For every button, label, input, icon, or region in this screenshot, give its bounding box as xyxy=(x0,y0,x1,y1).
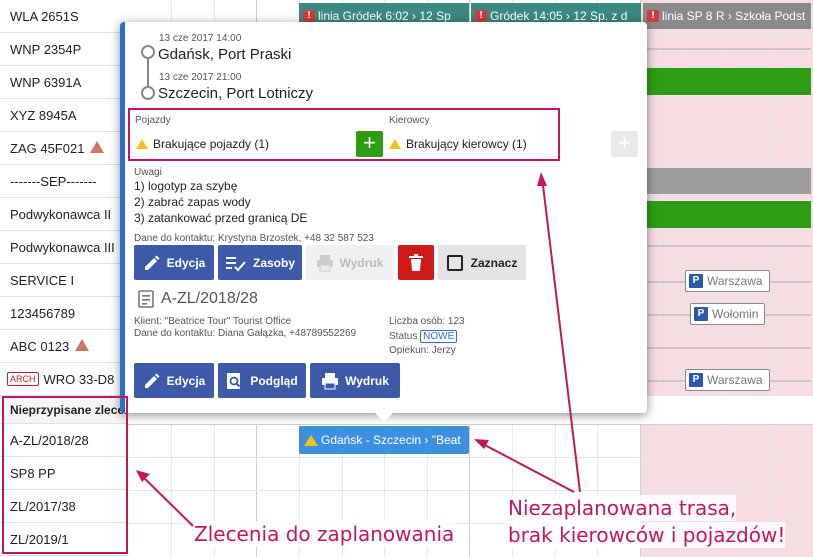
vehicle-row[interactable]: ZAG 45F021 xyxy=(0,132,128,165)
vehicle-label: Podwykonawca II xyxy=(10,206,112,222)
order-guardian: Opiekun: Jerzy xyxy=(389,345,456,356)
checklist-icon xyxy=(225,256,246,271)
resources-button[interactable]: Zasoby xyxy=(218,245,302,280)
vehicle-row[interactable]: Podwykonawca II xyxy=(0,198,128,231)
vehicle-row[interactable]: WNP 6391A xyxy=(0,66,128,99)
order-contact: Dane do kontaktu: Diana Gałązka, +487895… xyxy=(134,328,357,339)
parking-icon: P xyxy=(694,307,708,321)
document-icon xyxy=(138,290,154,308)
vehicle-label: WNP 6391A xyxy=(10,74,82,90)
orders-highlight xyxy=(2,396,128,554)
route-bar[interactable]: ! linia SP 8 R › Szkoła Podst xyxy=(643,3,811,29)
timeline-connector xyxy=(643,245,811,247)
stop-name: Szczecin, Port Lotniczy xyxy=(158,85,314,102)
grid-line xyxy=(128,457,813,458)
order-persons: Liczba osób: 123 xyxy=(389,316,465,327)
vehicle-row[interactable]: SERVICE I xyxy=(0,264,128,297)
vehicle-row[interactable]: ABC 0123 xyxy=(0,330,128,363)
archive-badge: ARCH xyxy=(7,372,39,386)
timeline-connector xyxy=(643,347,811,349)
route-annotation-line1: Niezaplanowana trasa, xyxy=(508,495,737,521)
print-order-button[interactable]: Wydruk xyxy=(310,363,400,398)
warning-icon xyxy=(75,339,90,351)
vehicle-row[interactable]: -------SEP------- xyxy=(0,165,128,198)
alert-icon: ! xyxy=(647,10,659,22)
place-marker[interactable]: P Wołomin xyxy=(690,303,766,325)
vehicle-row[interactable]: 123456789 xyxy=(0,297,128,330)
stop-dot-icon xyxy=(141,45,155,59)
note-line: 2) zabrać zapas wody xyxy=(134,195,251,209)
place-marker[interactable]: P Warszawa xyxy=(685,369,770,391)
preview-order-button[interactable]: Podgląd xyxy=(218,363,306,398)
alert-icon: ! xyxy=(303,10,315,22)
printer-icon xyxy=(322,372,339,389)
route-details-popup: 13 cze 2017 14:00 Gdańsk, Port Praski 13… xyxy=(120,22,647,422)
trash-icon xyxy=(409,253,423,271)
popup-pointer xyxy=(375,413,393,422)
route-contact: Dane do kontaktu: Krystyna Brzostek, +48… xyxy=(134,233,374,244)
vehicle-label: ABC 0123 xyxy=(10,338,70,354)
notes-label: Uwagi xyxy=(134,167,162,178)
stop-connector xyxy=(147,59,149,87)
edit-order-button[interactable]: Edycja xyxy=(134,363,214,398)
vehicle-row[interactable]: XYZ 8945A xyxy=(0,99,128,132)
note-line: 1) logotyp za szybę xyxy=(134,179,238,193)
order-number[interactable]: A-ZL/2018/28 xyxy=(161,290,258,308)
delete-button[interactable] xyxy=(398,245,434,280)
stop-name: Gdańsk, Port Praski xyxy=(158,46,292,63)
pencil-icon xyxy=(144,373,160,388)
note-line: 3) zatankować przed granicą DE xyxy=(134,211,308,225)
warning-icon xyxy=(90,141,105,153)
stop-date: 13 cze 2017 21:00 xyxy=(159,72,242,83)
route-bar-green[interactable] xyxy=(643,201,811,228)
vehicle-label: WLA 2651S xyxy=(10,8,79,24)
vehicle-label: WNP 2354P xyxy=(10,41,82,57)
parking-icon: P xyxy=(689,274,703,288)
stop-date: 13 cze 2017 14:00 xyxy=(159,33,242,44)
vehicle-label: XYZ 8945A xyxy=(10,107,77,123)
checkbox-icon xyxy=(446,254,463,271)
vehicle-row[interactable]: ARCH WRO 33-D8 xyxy=(0,363,128,396)
vehicle-row[interactable]: WLA 2651S xyxy=(0,0,128,33)
pencil-icon xyxy=(144,255,160,270)
stop-dot-icon xyxy=(141,86,155,100)
order-client: Klient: "Beatrice Tour" Tourist Office xyxy=(134,316,292,327)
timeline-connector xyxy=(643,48,811,50)
alert-icon: ! xyxy=(475,10,487,22)
order-status: Status NOWE xyxy=(389,330,458,343)
route-annotation-line2: brak kierowców i pojazdów! xyxy=(508,522,786,548)
vehicle-label: -------SEP------- xyxy=(10,173,97,189)
print-route-button[interactable]: Wydruk xyxy=(306,245,393,280)
parking-icon: P xyxy=(689,373,703,387)
route-bar-green[interactable] xyxy=(643,68,811,95)
resources-highlight xyxy=(128,108,560,161)
vehicle-row[interactable]: Podwykonawca III xyxy=(0,231,128,264)
warning-icon xyxy=(304,434,318,446)
route-bar-grey[interactable] xyxy=(643,168,811,194)
add-driver-button[interactable]: + xyxy=(611,131,638,157)
place-marker[interactable]: P Warszawa xyxy=(685,270,770,292)
vehicle-row[interactable]: WNP 2354P xyxy=(0,33,128,66)
select-button[interactable]: Zaznacz xyxy=(438,245,526,280)
vehicle-label: ZAG 45F021 xyxy=(10,140,85,156)
grid-line xyxy=(128,424,813,425)
document-search-icon xyxy=(227,372,241,389)
orders-annotation: Zlecenia do zaplanowania xyxy=(194,521,455,547)
status-badge: NOWE xyxy=(420,330,458,343)
printer-icon xyxy=(316,254,333,271)
vehicle-label: Podwykonawca III xyxy=(10,239,115,255)
vehicle-label: 123456789 xyxy=(10,305,76,321)
vehicle-label: WRO 33-D8 xyxy=(43,371,115,387)
unplanned-route-pill[interactable]: Gdańsk - Szczecin › "Beat xyxy=(299,426,469,454)
vehicle-label: SERVICE I xyxy=(10,272,75,288)
grid-line xyxy=(128,490,813,491)
edit-route-button[interactable]: Edycja xyxy=(134,245,214,280)
